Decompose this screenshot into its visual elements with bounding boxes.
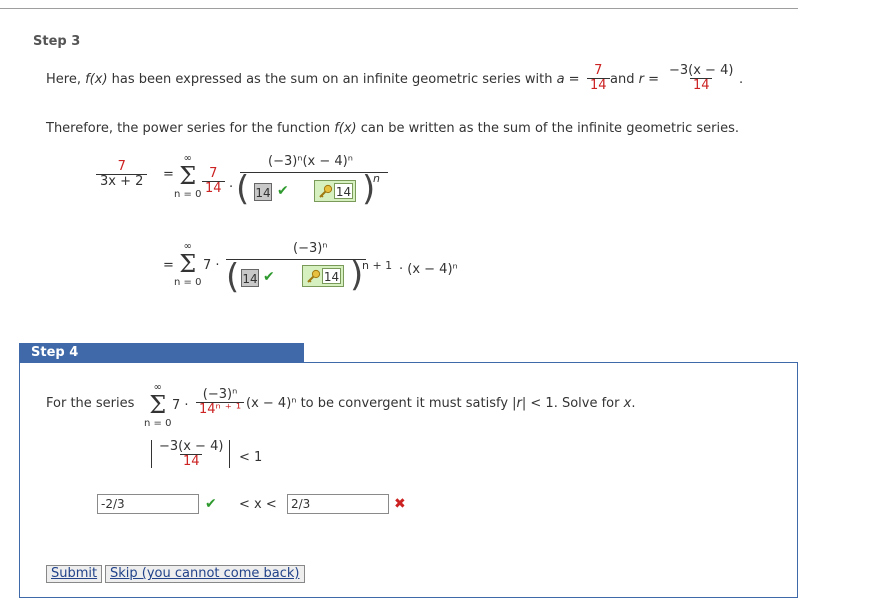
abs-bar-right (229, 440, 230, 468)
step4-sum-symbol: ∞ Σ n = 0 (144, 382, 172, 429)
row2-fraction-bar (226, 259, 366, 260)
dot-operator: · (229, 180, 234, 195)
step4-intro: For the series (46, 396, 135, 411)
equals-sign-2: = (163, 258, 174, 273)
check-icon-2: ✔ (263, 269, 275, 285)
check-icon-3: ✔ (205, 496, 217, 512)
step3-title: Step 3 (33, 34, 81, 49)
answer-box: 14 (254, 183, 272, 201)
row2-tail: · (x − 4)ⁿ (399, 262, 458, 277)
period: . (739, 72, 744, 87)
cross-icon: ✖ (394, 496, 406, 512)
skip-button[interactable]: Skip (you cannot come back) (105, 565, 305, 583)
left-paren: ( (236, 169, 250, 209)
sum-symbol: ∞ Σ n = 0 (174, 153, 202, 200)
key-icon-2 (307, 269, 321, 283)
key-icon (319, 184, 333, 198)
r-fraction: −3(x − 4) 14 (669, 63, 734, 93)
sum-symbol-2: ∞ Σ n = 0 (174, 241, 202, 288)
answer-key-box: 14 (314, 180, 356, 202)
submit-button[interactable]: Submit (46, 565, 103, 583)
row2-exponent: n + 1 (362, 259, 393, 272)
and-r: and r = (610, 72, 659, 87)
step3-line1: Here, f(x) has been expressed as the sum… (46, 72, 580, 87)
step4-fraction: (−3)ⁿ 14ⁿ ⁺ ¹ (196, 388, 245, 417)
key-value: 14 (334, 183, 353, 199)
abs-bar-left (151, 440, 152, 468)
top-divider (0, 8, 798, 9)
answer-key-box-2: 14 (302, 265, 344, 287)
equals-sign: = (163, 167, 174, 182)
step4-sentence: (x − 4)ⁿ to be convergent it must satisf… (246, 396, 636, 411)
abs-fraction: −3(x − 4) 14 (159, 439, 224, 469)
key-value-2: 14 (322, 268, 341, 284)
step4-coefficient: 7 · (172, 398, 189, 413)
term1-fraction: 7 14 (202, 167, 225, 196)
lhs-fraction: 7 3x + 2 (96, 160, 148, 189)
step4-header: Step 4 (19, 343, 304, 362)
inequality-text: < x < (239, 497, 277, 512)
left-paren-2: ( (226, 257, 240, 297)
row2-coefficient: 7 · (203, 258, 220, 273)
answer-box-2: 14 (241, 269, 259, 287)
step3-line2: Therefore, the power series for the func… (46, 121, 740, 136)
check-icon: ✔ (277, 183, 289, 199)
a-fraction: 7 14 (587, 64, 610, 93)
less-than-one: < 1 (239, 450, 263, 465)
row2-numerator: (−3)ⁿ (293, 241, 328, 256)
lower-bound-input[interactable] (97, 494, 199, 514)
exponent-n: n (373, 172, 380, 185)
term2-numerator: (−3)ⁿ(x − 4)ⁿ (268, 154, 353, 169)
upper-bound-input[interactable] (287, 494, 389, 514)
